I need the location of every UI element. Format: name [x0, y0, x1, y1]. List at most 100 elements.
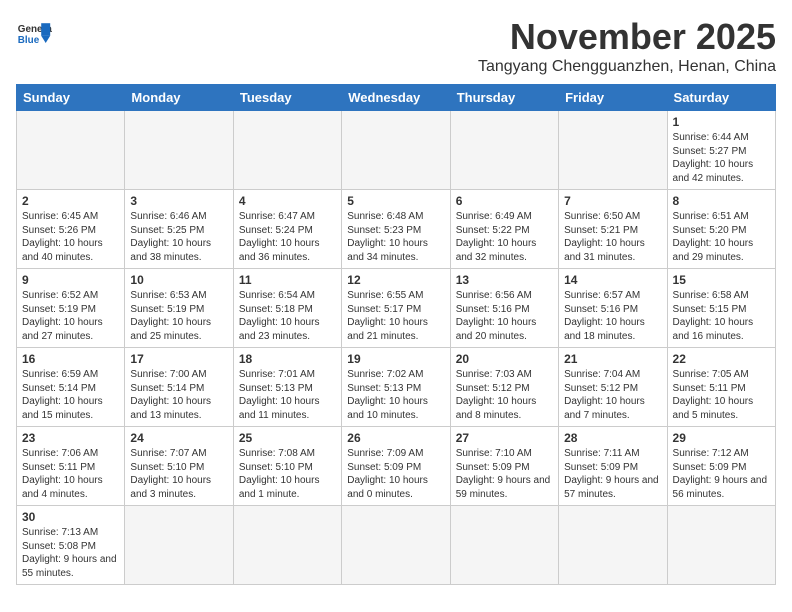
calendar-cell: 6 Sunrise: 6:49 AM Sunset: 5:22 PM Daylig…	[450, 190, 558, 269]
calendar-cell: 20 Sunrise: 7:03 AM Sunset: 5:12 PM Dayli…	[450, 348, 558, 427]
day-number: 9	[22, 273, 119, 287]
day-info: Sunrise: 6:49 AM Sunset: 5:22 PM Dayligh…	[456, 210, 553, 264]
logo: General Blue	[16, 16, 52, 52]
calendar-cell: 3 Sunrise: 6:46 AM Sunset: 5:25 PM Daylig…	[125, 190, 233, 269]
day-info: Sunrise: 7:06 AM Sunset: 5:11 PM Dayligh…	[22, 447, 119, 501]
day-info: Sunrise: 6:54 AM Sunset: 5:18 PM Dayligh…	[239, 289, 336, 343]
calendar-cell: 26 Sunrise: 7:09 AM Sunset: 5:09 PM Dayli…	[342, 427, 450, 506]
calendar-cell: 14 Sunrise: 6:57 AM Sunset: 5:16 PM Dayli…	[559, 269, 667, 348]
month-title: November 2025	[478, 16, 776, 58]
day-number: 13	[456, 273, 553, 287]
weekday-header-tuesday: Tuesday	[233, 85, 341, 111]
day-number: 7	[564, 194, 661, 208]
calendar-cell	[450, 506, 558, 585]
weekday-header-friday: Friday	[559, 85, 667, 111]
calendar-cell: 12Sunrise: 6:55 AM Sunset: 5:17 PM Dayli…	[342, 269, 450, 348]
day-info: Sunrise: 7:13 AM Sunset: 5:08 PM Dayligh…	[22, 526, 119, 580]
day-info: Sunrise: 6:53 AM Sunset: 5:19 PM Dayligh…	[130, 289, 227, 343]
day-number: 5	[347, 194, 444, 208]
calendar-cell: 10 Sunrise: 6:53 AM Sunset: 5:19 PM Dayli…	[125, 269, 233, 348]
day-number: 30	[22, 510, 119, 524]
day-number: 17	[130, 352, 227, 366]
day-info: Sunrise: 7:03 AM Sunset: 5:12 PM Dayligh…	[456, 368, 553, 422]
day-info: Sunrise: 6:51 AM Sunset: 5:20 PM Dayligh…	[673, 210, 770, 264]
day-number: 27	[456, 431, 553, 445]
calendar-cell: 30 Sunrise: 7:13 AM Sunset: 5:08 PM Dayli…	[17, 506, 125, 585]
calendar-cell: 5 Sunrise: 6:48 AM Sunset: 5:23 PM Daylig…	[342, 190, 450, 269]
calendar-cell: 11Sunrise: 6:54 AM Sunset: 5:18 PM Dayli…	[233, 269, 341, 348]
calendar-cell: 19 Sunrise: 7:02 AM Sunset: 5:13 PM Dayli…	[342, 348, 450, 427]
weekday-header-monday: Monday	[125, 85, 233, 111]
day-number: 28	[564, 431, 661, 445]
calendar-cell	[125, 111, 233, 190]
day-info: Sunrise: 7:09 AM Sunset: 5:09 PM Dayligh…	[347, 447, 444, 501]
calendar-cell: 23 Sunrise: 7:06 AM Sunset: 5:11 PM Dayli…	[17, 427, 125, 506]
day-number: 20	[456, 352, 553, 366]
weekday-header-saturday: Saturday	[667, 85, 775, 111]
day-info: Sunrise: 6:48 AM Sunset: 5:23 PM Dayligh…	[347, 210, 444, 264]
day-number: 6	[456, 194, 553, 208]
day-number: 2	[22, 194, 119, 208]
day-info: Sunrise: 7:12 AM Sunset: 5:09 PM Dayligh…	[673, 447, 770, 501]
day-number: 21	[564, 352, 661, 366]
calendar-cell: 27 Sunrise: 7:10 AM Sunset: 5:09 PM Dayli…	[450, 427, 558, 506]
calendar-cell	[125, 506, 233, 585]
calendar-cell	[559, 506, 667, 585]
day-number: 26	[347, 431, 444, 445]
calendar-week-4: 23 Sunrise: 7:06 AM Sunset: 5:11 PM Dayli…	[17, 427, 776, 506]
day-info: Sunrise: 6:50 AM Sunset: 5:21 PM Dayligh…	[564, 210, 661, 264]
calendar-cell: 2Sunrise: 6:45 AM Sunset: 5:26 PM Daylig…	[17, 190, 125, 269]
calendar-cell: 24Sunrise: 7:07 AM Sunset: 5:10 PM Dayli…	[125, 427, 233, 506]
title-block: November 2025 Tangyang Chengguanzhen, He…	[478, 16, 776, 76]
day-info: Sunrise: 6:57 AM Sunset: 5:16 PM Dayligh…	[564, 289, 661, 343]
day-number: 3	[130, 194, 227, 208]
calendar-cell: 16Sunrise: 6:59 AM Sunset: 5:14 PM Dayli…	[17, 348, 125, 427]
calendar-cell: 18Sunrise: 7:01 AM Sunset: 5:13 PM Dayli…	[233, 348, 341, 427]
calendar-week-0: 1 Sunrise: 6:44 AM Sunset: 5:27 PM Daylig…	[17, 111, 776, 190]
day-info: Sunrise: 6:52 AM Sunset: 5:19 PM Dayligh…	[22, 289, 119, 343]
day-number: 15	[673, 273, 770, 287]
calendar-cell: 1 Sunrise: 6:44 AM Sunset: 5:27 PM Daylig…	[667, 111, 775, 190]
day-info: Sunrise: 7:11 AM Sunset: 5:09 PM Dayligh…	[564, 447, 661, 501]
calendar-cell	[667, 506, 775, 585]
day-info: Sunrise: 7:01 AM Sunset: 5:13 PM Dayligh…	[239, 368, 336, 422]
calendar-cell: 17 Sunrise: 7:00 AM Sunset: 5:14 PM Dayli…	[125, 348, 233, 427]
calendar-cell: 28 Sunrise: 7:11 AM Sunset: 5:09 PM Dayli…	[559, 427, 667, 506]
calendar-cell: 4Sunrise: 6:47 AM Sunset: 5:24 PM Daylig…	[233, 190, 341, 269]
calendar-cell	[233, 506, 341, 585]
day-info: Sunrise: 7:00 AM Sunset: 5:14 PM Dayligh…	[130, 368, 227, 422]
calendar-week-1: 2Sunrise: 6:45 AM Sunset: 5:26 PM Daylig…	[17, 190, 776, 269]
location: Tangyang Chengguanzhen, Henan, China	[478, 58, 776, 76]
day-info: Sunrise: 6:58 AM Sunset: 5:15 PM Dayligh…	[673, 289, 770, 343]
svg-text:Blue: Blue	[18, 35, 40, 46]
calendar-cell	[450, 111, 558, 190]
calendar-table: SundayMondayTuesdayWednesdayThursdayFrid…	[16, 84, 776, 585]
day-info: Sunrise: 7:04 AM Sunset: 5:12 PM Dayligh…	[564, 368, 661, 422]
day-number: 19	[347, 352, 444, 366]
day-number: 23	[22, 431, 119, 445]
day-info: Sunrise: 7:02 AM Sunset: 5:13 PM Dayligh…	[347, 368, 444, 422]
day-info: Sunrise: 6:56 AM Sunset: 5:16 PM Dayligh…	[456, 289, 553, 343]
day-info: Sunrise: 6:46 AM Sunset: 5:25 PM Dayligh…	[130, 210, 227, 264]
weekday-header-sunday: Sunday	[17, 85, 125, 111]
calendar-cell	[559, 111, 667, 190]
weekday-header-thursday: Thursday	[450, 85, 558, 111]
day-number: 14	[564, 273, 661, 287]
day-info: Sunrise: 7:05 AM Sunset: 5:11 PM Dayligh…	[673, 368, 770, 422]
weekday-header-wednesday: Wednesday	[342, 85, 450, 111]
calendar-week-2: 9 Sunrise: 6:52 AM Sunset: 5:19 PM Daylig…	[17, 269, 776, 348]
calendar-cell: 29 Sunrise: 7:12 AM Sunset: 5:09 PM Dayli…	[667, 427, 775, 506]
logo-icon: General Blue	[16, 16, 52, 52]
day-info: Sunrise: 7:10 AM Sunset: 5:09 PM Dayligh…	[456, 447, 553, 501]
day-number: 1	[673, 115, 770, 129]
day-number: 10	[130, 273, 227, 287]
calendar-cell: 15 Sunrise: 6:58 AM Sunset: 5:15 PM Dayli…	[667, 269, 775, 348]
calendar-cell	[342, 111, 450, 190]
day-info: Sunrise: 6:59 AM Sunset: 5:14 PM Dayligh…	[22, 368, 119, 422]
page-header: General Blue November 2025 Tangyang Chen…	[16, 16, 776, 76]
day-number: 4	[239, 194, 336, 208]
day-number: 29	[673, 431, 770, 445]
day-info: Sunrise: 7:08 AM Sunset: 5:10 PM Dayligh…	[239, 447, 336, 501]
day-info: Sunrise: 6:44 AM Sunset: 5:27 PM Dayligh…	[673, 131, 770, 185]
day-number: 25	[239, 431, 336, 445]
